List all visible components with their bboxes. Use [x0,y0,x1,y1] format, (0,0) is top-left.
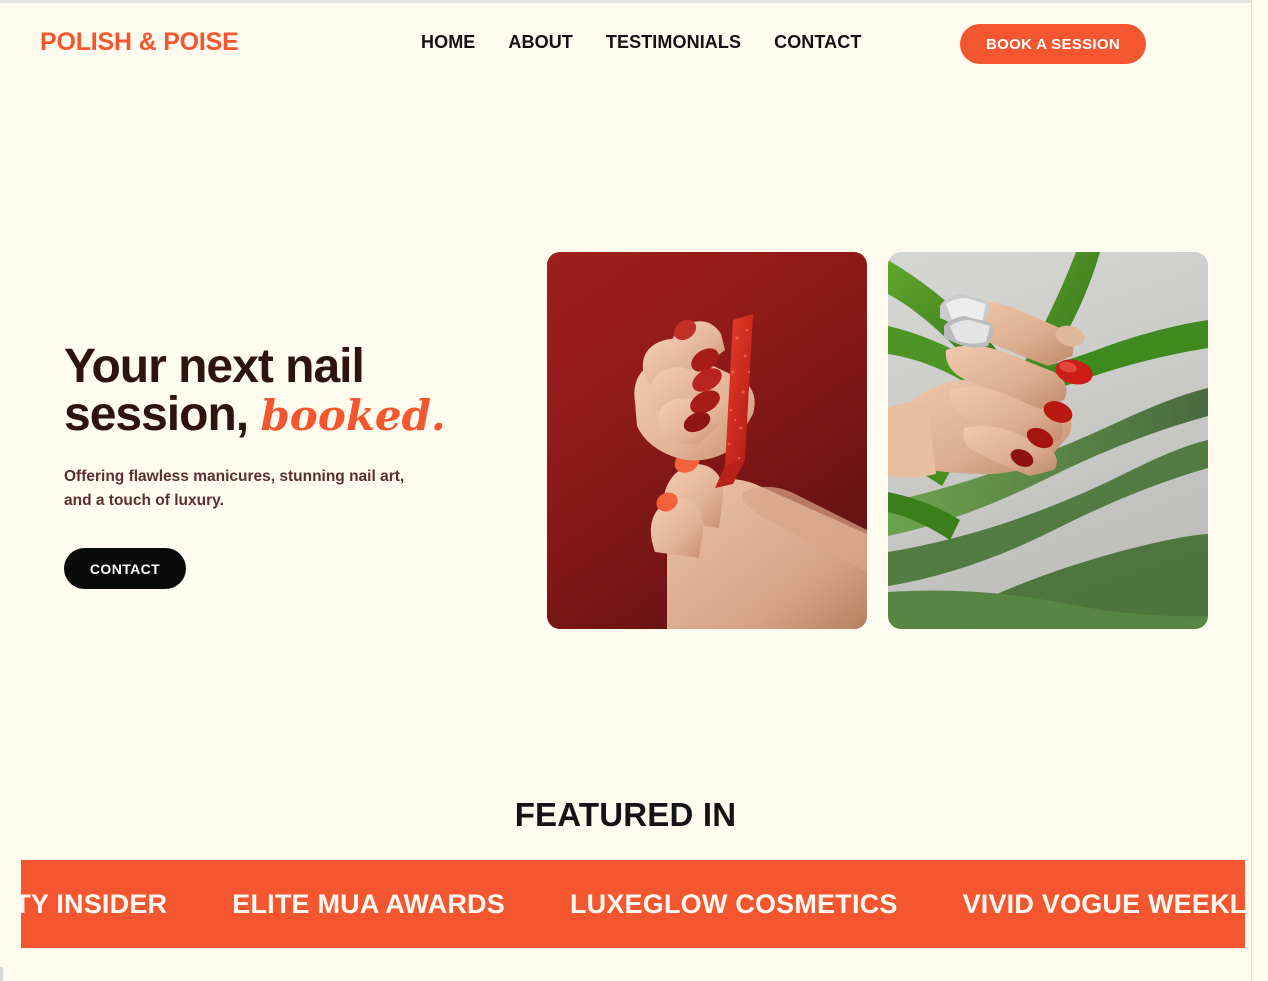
nail-file-illustration [547,252,867,629]
hero-subtitle: Offering flawless manicures, stunning na… [64,468,405,509]
marquee-item-vivid-vogue-weekly: VIVID VOGUE WEEKLY [962,888,1245,919]
featured-in-title: FEATURED IN [514,796,737,833]
marquee-item-elite-mua-awards: ELITE MUA AWARDS [232,888,505,919]
browser-right-edge [1251,0,1268,981]
hero-headline: Your next nail session, booked. [64,343,514,440]
marquee-item-luxeglow-cosmetics: LUXEGLOW COSMETICS [569,888,898,919]
nav-item-testimonials[interactable]: TESTIMONIALS [606,32,741,53]
nav-item-about[interactable]: ABOUT [508,32,573,53]
hero-contact-button[interactable]: CONTACT [64,548,186,589]
main-navigation: HOME ABOUT TESTIMONIALS CONTACT [421,32,861,53]
hero-image-plant-hand [888,252,1208,629]
hero-headline-line-1: Your next nail [64,340,365,393]
hero-headline-line-2: session, [64,388,249,441]
plant-hand-illustration [888,252,1208,629]
hero-section: Your next nail session, booked. Offering… [64,343,514,589]
hero-image-nail-file [547,252,867,629]
page-viewport: POLISH & POISE HOME ABOUT TESTIMONIALS C… [0,3,1251,981]
marquee-track: L BEAUTY INSIDER ELITE MUA AWARDS LUXEGL… [21,860,1245,948]
browser-top-edge [0,0,1251,3]
nav-item-contact[interactable]: CONTACT [774,32,861,53]
hero-headline-script-word: booked. [260,391,446,440]
site-header: POLISH & POISE HOME ABOUT TESTIMONIALS C… [0,3,1251,85]
brand-logo[interactable]: POLISH & POISE [40,28,239,57]
hero-image-gallery [547,252,1208,629]
browser-left-edge [0,967,3,981]
marquee-item-beauty-insider: L BEAUTY INSIDER [21,888,168,919]
nav-item-home[interactable]: HOME [421,32,475,53]
featured-in-marquee-band: L BEAUTY INSIDER ELITE MUA AWARDS LUXEGL… [21,860,1245,948]
book-a-session-button[interactable]: BOOK A SESSION [960,24,1146,64]
